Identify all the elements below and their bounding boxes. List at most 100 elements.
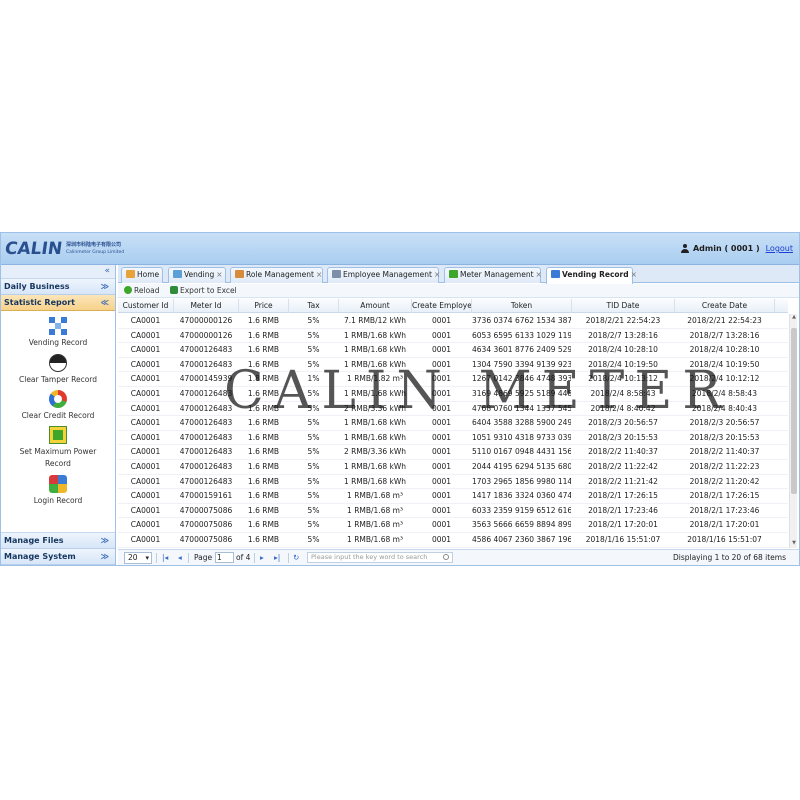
table-row[interactable]: CA0001 47000075086 1.6 RMB 5% 1 RMB/1.68 m³ 0…	[118, 533, 788, 548]
table-cell: CA0001	[130, 345, 161, 355]
column-header[interactable]: TID Date	[572, 299, 675, 313]
table-cell: 2018/2/2 11:22:42	[588, 461, 658, 471]
column-header[interactable]: Token	[472, 299, 572, 313]
logo-company-en: Calinmeter Group Limited	[66, 250, 125, 255]
table-cell: 5%	[307, 388, 320, 398]
page-number-input[interactable]: 1	[215, 552, 234, 563]
table-row[interactable]: CA0001 47000075086 1.6 RMB 5% 1 RMB/1.68 m³ 0…	[118, 518, 788, 533]
close-icon[interactable]: ×	[316, 270, 322, 279]
section-manage-files[interactable]: Manage Files ≫	[1, 533, 115, 549]
nav-vending-record[interactable]: Vending Record	[1, 317, 115, 349]
chevron-down-icon: ≫	[100, 536, 109, 545]
table-cell: 47000126483	[179, 432, 233, 442]
table-row[interactable]: CA0001 47000126483 1.6 RMB 5% 1 RMB/1.68 kWh…	[118, 431, 788, 446]
table-cell: 5%	[307, 330, 320, 340]
table-row[interactable]: CA0001 47000126483 1.6 RMB 5% 1 RMB/1.68 kWh…	[118, 387, 788, 402]
search-input[interactable]: Please input the key word to search	[307, 552, 453, 563]
table-row[interactable]: CA0001 47000145939 1.8 RMB 1% 1 RMB/1.82 m³ 0…	[118, 372, 788, 387]
table-row[interactable]: CA0001 47000075086 1.6 RMB 5% 1 RMB/1.68 m³ 0…	[118, 504, 788, 519]
tab-home[interactable]: Home	[121, 267, 163, 283]
column-header[interactable]: Amount	[339, 299, 412, 313]
table-row[interactable]: CA0001 47000126483 1.6 RMB 5% 1 RMB/1.68 kWh…	[118, 460, 788, 475]
table-cell: 1.6 RMB	[247, 534, 280, 544]
column-header[interactable]: Price	[239, 299, 289, 313]
table-cell: 5%	[307, 476, 320, 486]
table-cell: 1.6 RMB	[247, 403, 280, 413]
table-row[interactable]: CA0001 47000000126 1.6 RMB 5% 7.1 RMB/12 kWh…	[118, 314, 788, 329]
column-header[interactable]: Tax	[289, 299, 339, 313]
table-cell: 47000145939	[179, 374, 233, 384]
nav-login-record[interactable]: Login Record	[1, 475, 115, 507]
first-page-icon[interactable]: |◂	[162, 552, 168, 563]
reload-icon	[124, 286, 132, 294]
vending-icon	[173, 270, 182, 278]
section-daily-business[interactable]: Daily Business ≫	[1, 279, 115, 295]
next-page-icon[interactable]: ▸	[260, 552, 264, 563]
table-row[interactable]: CA0001 47000126483 1.6 RMB 5% 1 RMB/1.68 kWh…	[118, 475, 788, 490]
logout-link[interactable]: Logout	[766, 244, 793, 253]
table-cell: 2018/2/4 8:58:43	[590, 388, 656, 398]
reload-button[interactable]: Reload	[124, 286, 160, 296]
tab-employee-management[interactable]: Employee Management ×	[327, 267, 440, 283]
scroll-up-icon[interactable]: ▲	[790, 314, 798, 322]
table-row[interactable]: CA0001 47000159161 1.6 RMB 5% 1 RMB/1.68 m³ 0…	[118, 489, 788, 504]
table-cell: CA0001	[130, 316, 161, 325]
table-row[interactable]: CA0001 47000126483 1.6 RMB 5% 1 RMB/1.68 kWh…	[118, 416, 788, 431]
table-row[interactable]: CA0001 47000126483 1.6 RMB 5% 2 RMB/3.36 kWh…	[118, 402, 788, 417]
nav-set-maximum-power-record[interactable]: Set Maximum Power Record	[1, 426, 115, 470]
table-row[interactable]: CA0001 47000126483 1.6 RMB 5% 1 RMB/1.68 kWh…	[118, 343, 788, 358]
close-icon[interactable]: ×	[434, 270, 440, 279]
table-cell: 3736 0374 6762 1534 387	[472, 316, 572, 325]
table-cell: 0001	[431, 418, 452, 428]
user-icon	[680, 244, 689, 253]
export-excel-button[interactable]: Export to Excel	[170, 286, 237, 296]
section-label: Statistic Report	[4, 298, 75, 307]
table-cell: 1.6 RMB	[247, 520, 280, 530]
table-cell: 1 RMB/1.68 kWh	[343, 461, 407, 471]
prev-page-icon[interactable]: ◂	[178, 552, 182, 563]
table-cell: 1.6 RMB	[247, 491, 280, 501]
column-header[interactable]: Create Date	[675, 299, 775, 313]
table-cell: 2018/2/2 11:22:23	[689, 461, 760, 471]
tab-role-management[interactable]: Role Management ×	[230, 267, 323, 283]
tab-vending-record[interactable]: Vending Record ×	[546, 267, 637, 284]
column-header[interactable]: Meter Id	[174, 299, 239, 313]
table-cell: 47000126483	[179, 461, 233, 471]
last-page-icon[interactable]: ▸|	[274, 552, 280, 563]
table-cell: 6033 2359 9159 6512 616	[472, 505, 572, 515]
table-cell: 47000000126	[179, 316, 233, 325]
section-statistic-report[interactable]: Statistic Report ≪	[1, 295, 115, 311]
nav-clear-tamper-record[interactable]: Clear Tamper Record	[1, 354, 115, 386]
tab-meter-management[interactable]: Meter Management ×	[444, 267, 542, 283]
logo-mark: CALIN	[3, 239, 64, 259]
nav-clear-credit-record[interactable]: Clear Credit Record	[1, 390, 115, 422]
close-icon[interactable]: ×	[631, 270, 637, 279]
sidebar-collapse-button[interactable]: «	[1, 265, 115, 279]
scroll-down-icon[interactable]: ▼	[790, 540, 798, 548]
refresh-icon[interactable]: ↻	[293, 552, 299, 563]
table-cell: 5%	[307, 505, 320, 515]
table-cell: 0001	[431, 345, 452, 355]
table-cell: 6404 3588 3288 5900 249	[472, 418, 572, 428]
table-cell: CA0001	[130, 476, 161, 486]
close-icon[interactable]: ×	[536, 270, 542, 279]
column-header[interactable]: Customer Id	[118, 299, 174, 313]
page-size-select[interactable]: 20	[124, 552, 152, 564]
table-row[interactable]: CA0001 47000000126 1.6 RMB 5% 1 RMB/1.68 kWh…	[118, 329, 788, 344]
table-row[interactable]: CA0001 47000126483 1.6 RMB 5% 1 RMB/1.68 kWh…	[118, 358, 788, 373]
section-manage-system[interactable]: Manage System ≫	[1, 549, 115, 565]
table-row[interactable]: CA0001 47000126483 1.6 RMB 5% 2 RMB/3.36 kWh…	[118, 445, 788, 460]
tab-vending[interactable]: HomeVending×	[168, 267, 226, 283]
section-label: Daily Business	[4, 282, 70, 291]
close-icon[interactable]: ×	[216, 270, 222, 279]
table-cell: 1 RMB/1.82 m³	[347, 374, 403, 384]
table-cell: 47000075086	[179, 505, 233, 515]
vertical-scrollbar[interactable]: ▲ ▼	[789, 314, 797, 548]
table-cell: 6053 6595 6133 1029 119	[472, 330, 572, 340]
table-cell: 1.6 RMB	[247, 505, 280, 515]
table-cell: 2018/2/4 10:13:12	[588, 374, 658, 384]
column-header[interactable]: Create Employe	[412, 299, 472, 313]
page-total: of 4	[236, 553, 251, 562]
nav-label: Clear Credit Record	[21, 411, 95, 420]
scroll-thumb[interactable]	[791, 328, 797, 494]
